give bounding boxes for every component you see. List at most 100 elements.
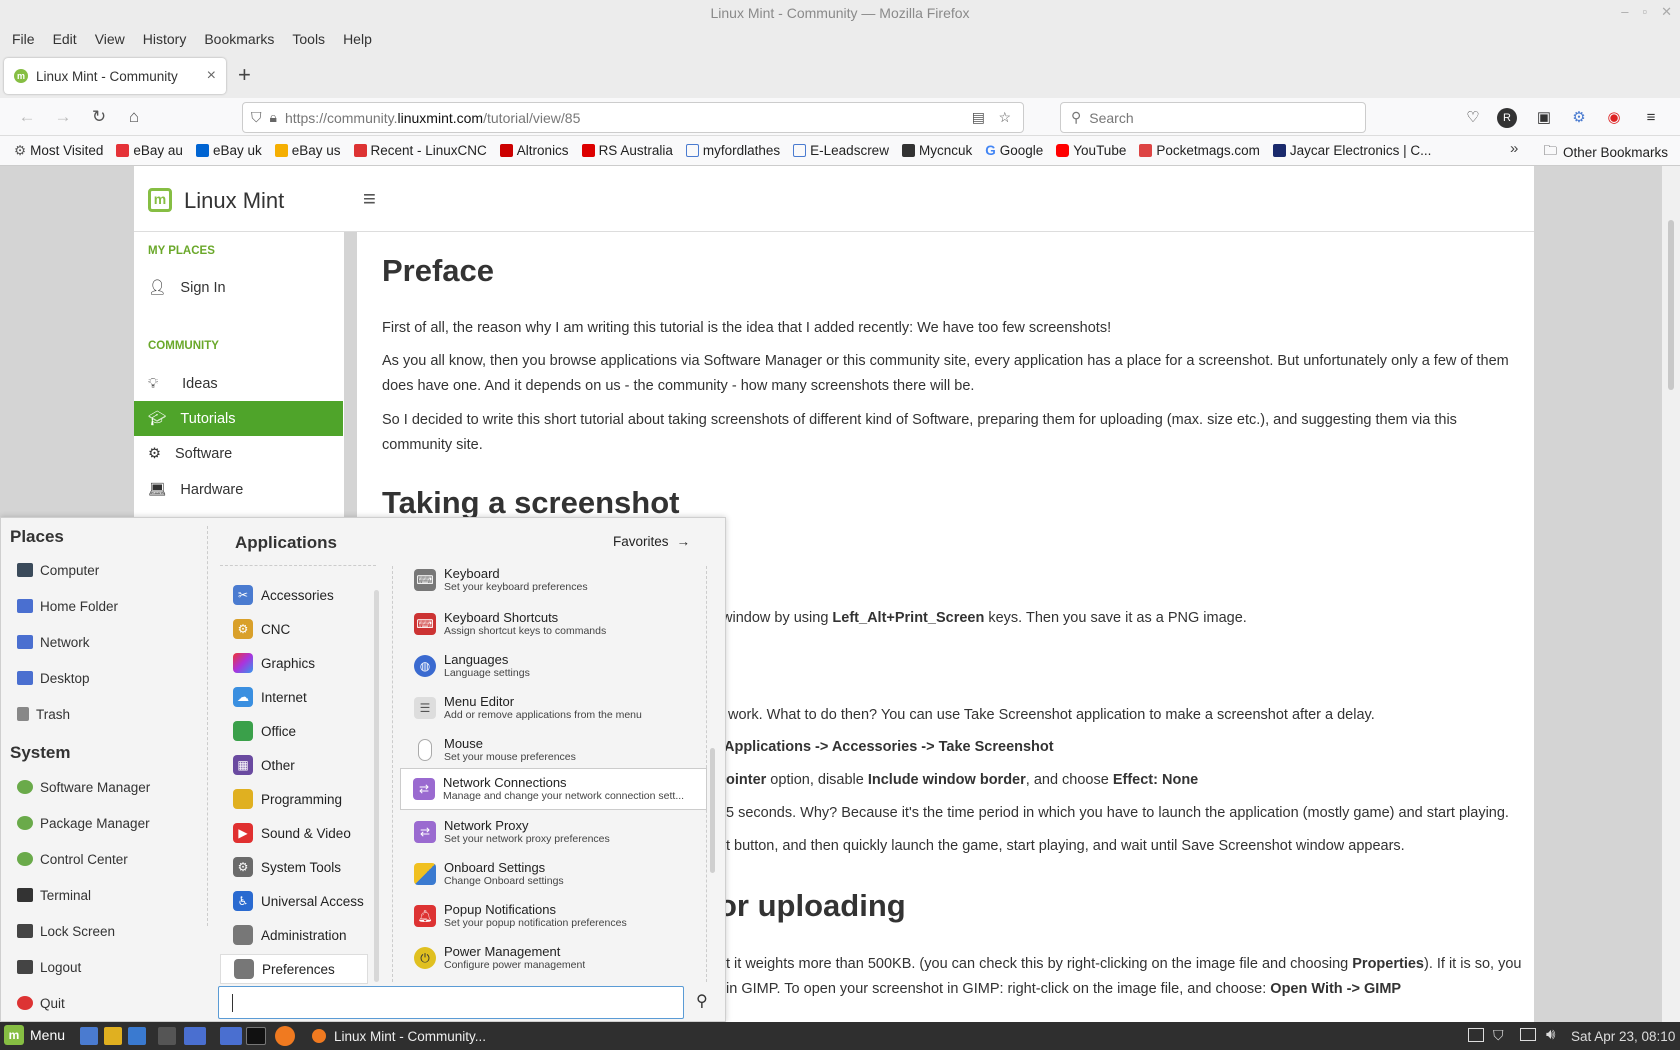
hamburger-menu-icon[interactable]: ≡ [1639,106,1663,130]
search-bar[interactable]: ⚲ Search [1060,102,1366,133]
place-network[interactable]: Network [17,630,207,654]
hamburger-menu-icon[interactable]: ≡ [363,186,376,212]
categories-scrollbar[interactable] [374,590,379,982]
app-keyboard-shortcuts[interactable]: ⌨ Keyboard Shortcuts Assign shortcut keys … [402,604,706,644]
category-office[interactable]: Office [233,716,373,746]
sidebar-item-ideas[interactable]: 💡︎ Ideas [134,366,343,401]
app-languages[interactable]: ◍ Languages Language settings [402,646,706,686]
terminal-extension-icon[interactable]: ▣ [1532,106,1556,130]
bookmark-item[interactable]: E-Leadscrew [793,143,889,158]
text-editor-icon[interactable] [128,1027,146,1045]
site-brand[interactable]: Linux Mint [184,188,284,214]
bookmark-star-icon[interactable]: ☆ [998,109,1011,126]
category-sound-video[interactable]: ▶ Sound & Video [233,818,373,848]
back-icon[interactable]: ← [14,104,40,130]
favorites-button[interactable]: Favorites → [613,534,690,549]
firefox-icon[interactable] [275,1026,295,1046]
shield-icon[interactable]: ⛉ [251,109,262,126]
clock[interactable]: Sat Apr 23, 08:10 [1571,1029,1675,1044]
tab-linux-mint-community[interactable]: m Linux Mint - Community × [4,58,226,94]
system-control-center[interactable]: Control Center [17,847,207,871]
lock-icon[interactable]: 🔒︎ [270,109,277,126]
app-mouse[interactable]: Mouse Set your mouse preferences [402,730,706,770]
app-network-proxy[interactable]: ⇄ Network Proxy Set your network proxy pre… [402,812,706,852]
maximize-icon[interactable]: ▫ [1642,4,1647,20]
app-onboard-settings[interactable]: Onboard Settings Change Onboard settings [402,854,706,894]
system-logout[interactable]: Logout [17,955,207,979]
category-accessories[interactable]: ✂ Accessories [233,580,373,610]
sidebar-item-hardware[interactable]: 💻︎ Hardware [134,472,343,507]
category-administration[interactable]: Administration [233,920,373,950]
category-graphics[interactable]: Graphics [233,648,373,678]
bookmark-item[interactable]: eBay au [116,143,183,158]
menu-help[interactable]: Help [343,31,372,47]
category-internet[interactable]: ☁ Internet [233,682,373,712]
taskbar-window-firefox[interactable]: Linux Mint - Community... [306,1023,501,1049]
menu-bookmarks[interactable]: Bookmarks [204,31,274,47]
menu-history[interactable]: History [143,31,187,47]
extension-icon[interactable]: ⚙ [1567,106,1591,130]
tab-close-icon[interactable]: × [207,67,216,85]
app-popup-notifications[interactable]: 🔔︎ Popup Notifications Set your popup noti… [402,896,706,936]
chevron-right-icon[interactable]: » [1506,140,1519,157]
reload-icon[interactable]: ↻ [86,104,112,130]
scrollbar-thumb[interactable] [1668,220,1674,390]
app-network-connections[interactable]: ⇄ Network Connections Manage and change yo… [400,768,707,810]
menu-search-input[interactable] [218,986,684,1019]
menu-file[interactable]: File [12,31,35,47]
account-icon[interactable]: R [1497,108,1517,128]
calculator-icon[interactable] [158,1027,176,1045]
start-menu-button[interactable]: m Menu [4,1025,65,1045]
sidebar-item-tutorials[interactable]: 🎓︎ Tutorials [134,401,343,436]
menu-tools[interactable]: Tools [292,31,325,47]
category-programming[interactable]: Programming [233,784,373,814]
new-tab-button[interactable]: + [238,62,251,88]
system-quit[interactable]: Quit [17,991,207,1015]
home-icon[interactable]: ⌂ [121,104,147,130]
desktop-icon[interactable] [184,1027,206,1045]
system-terminal[interactable]: Terminal [17,883,207,907]
display-icon[interactable] [1468,1028,1484,1042]
app-power-management[interactable]: ⏻ Power Management Configure power managem… [402,938,706,978]
shield-icon[interactable]: ⛉ [1493,1027,1504,1044]
bookmark-item[interactable]: Mycncuk [901,143,972,158]
category-cnc[interactable]: ⚙ CNC [233,614,373,644]
bookmark-item[interactable]: Pocketmags.com [1139,143,1260,158]
bookmark-item[interactable]: RS Australia [581,143,673,158]
pocket-icon[interactable]: ♡ [1461,106,1485,130]
files-icon[interactable] [220,1027,242,1045]
bookmark-item[interactable]: G Google [985,143,1043,158]
terminal-icon[interactable] [246,1027,266,1045]
category-system-tools[interactable]: ⚙ System Tools [233,852,373,882]
mail-icon[interactable] [80,1027,98,1045]
bookmark-item[interactable]: eBay uk [195,143,262,158]
app-menu-editor[interactable]: ☰ Menu Editor Add or remove applications f… [402,688,706,728]
launcher-icon[interactable] [104,1027,122,1045]
volume-icon[interactable]: 🔊︎ [1546,1026,1555,1043]
system-package-manager[interactable]: Package Manager [17,811,207,835]
url-bar[interactable]: ⛉ 🔒︎ https://community.linuxmint.com/tut… [242,102,1024,133]
close-icon[interactable]: ✕ [1661,4,1672,20]
bookmark-item[interactable]: myfordlathes [685,143,780,158]
sidebar-item-sign-in[interactable]: 👤︎ Sign In [134,270,343,305]
bookmark-item[interactable]: Altronics [499,143,569,158]
system-software-manager[interactable]: Software Manager [17,775,207,799]
system-lock-screen[interactable]: Lock Screen [17,919,207,943]
minimize-icon[interactable]: – [1621,4,1628,20]
place-desktop[interactable]: Desktop [17,666,207,690]
place-trash[interactable]: Trash [17,702,207,726]
category-universal-access[interactable]: ♿︎ Universal Access [233,886,373,916]
app-keyboard[interactable]: ⌨ Keyboard Set your keyboard preferences [402,560,706,600]
menu-view[interactable]: View [95,31,125,47]
category-other[interactable]: ▦ Other [233,750,373,780]
linux-mint-logo[interactable]: m [148,188,172,212]
category-preferences[interactable]: Preferences [220,954,368,984]
network-tray-icon[interactable] [1520,1028,1536,1041]
sidebar-item-software[interactable]: ⚙ Software [134,436,343,471]
menu-edit[interactable]: Edit [53,31,77,47]
bookmark-item[interactable]: ⚙ Most Visited [14,143,103,159]
place-computer[interactable]: Computer [17,558,207,582]
search-icon[interactable]: ⚲ [696,991,708,1011]
bookmark-item[interactable]: eBay us [274,143,341,158]
other-bookmarks[interactable]: 🗀 Other Bookmarks [1543,141,1668,164]
